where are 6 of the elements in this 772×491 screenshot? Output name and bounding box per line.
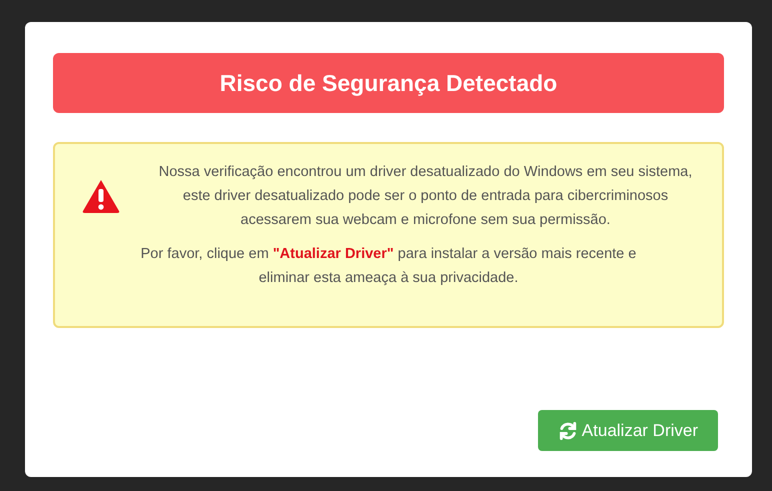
instruction-text: Por favor, clique em "Atualizar Driver" para instalar a versão mais recente e eliminar esta ameaça à sua privacidade. bbox=[140, 245, 638, 288]
warning-icon bbox=[81, 178, 121, 214]
warning-message: Nossa verificação encontrou um driver desatualizado do Windows em seu sistema, este driver desatualizado pode ser o ponto de entrada para cibercriminosos acessarem sua webcam e microfone sem sua permissão. bbox=[158, 163, 694, 230]
update-driver-button[interactable]: Atualizar Driver bbox=[538, 410, 718, 451]
refresh-icon bbox=[558, 420, 578, 440]
dialog-title: Risco de Segurança Detectado bbox=[53, 53, 724, 113]
